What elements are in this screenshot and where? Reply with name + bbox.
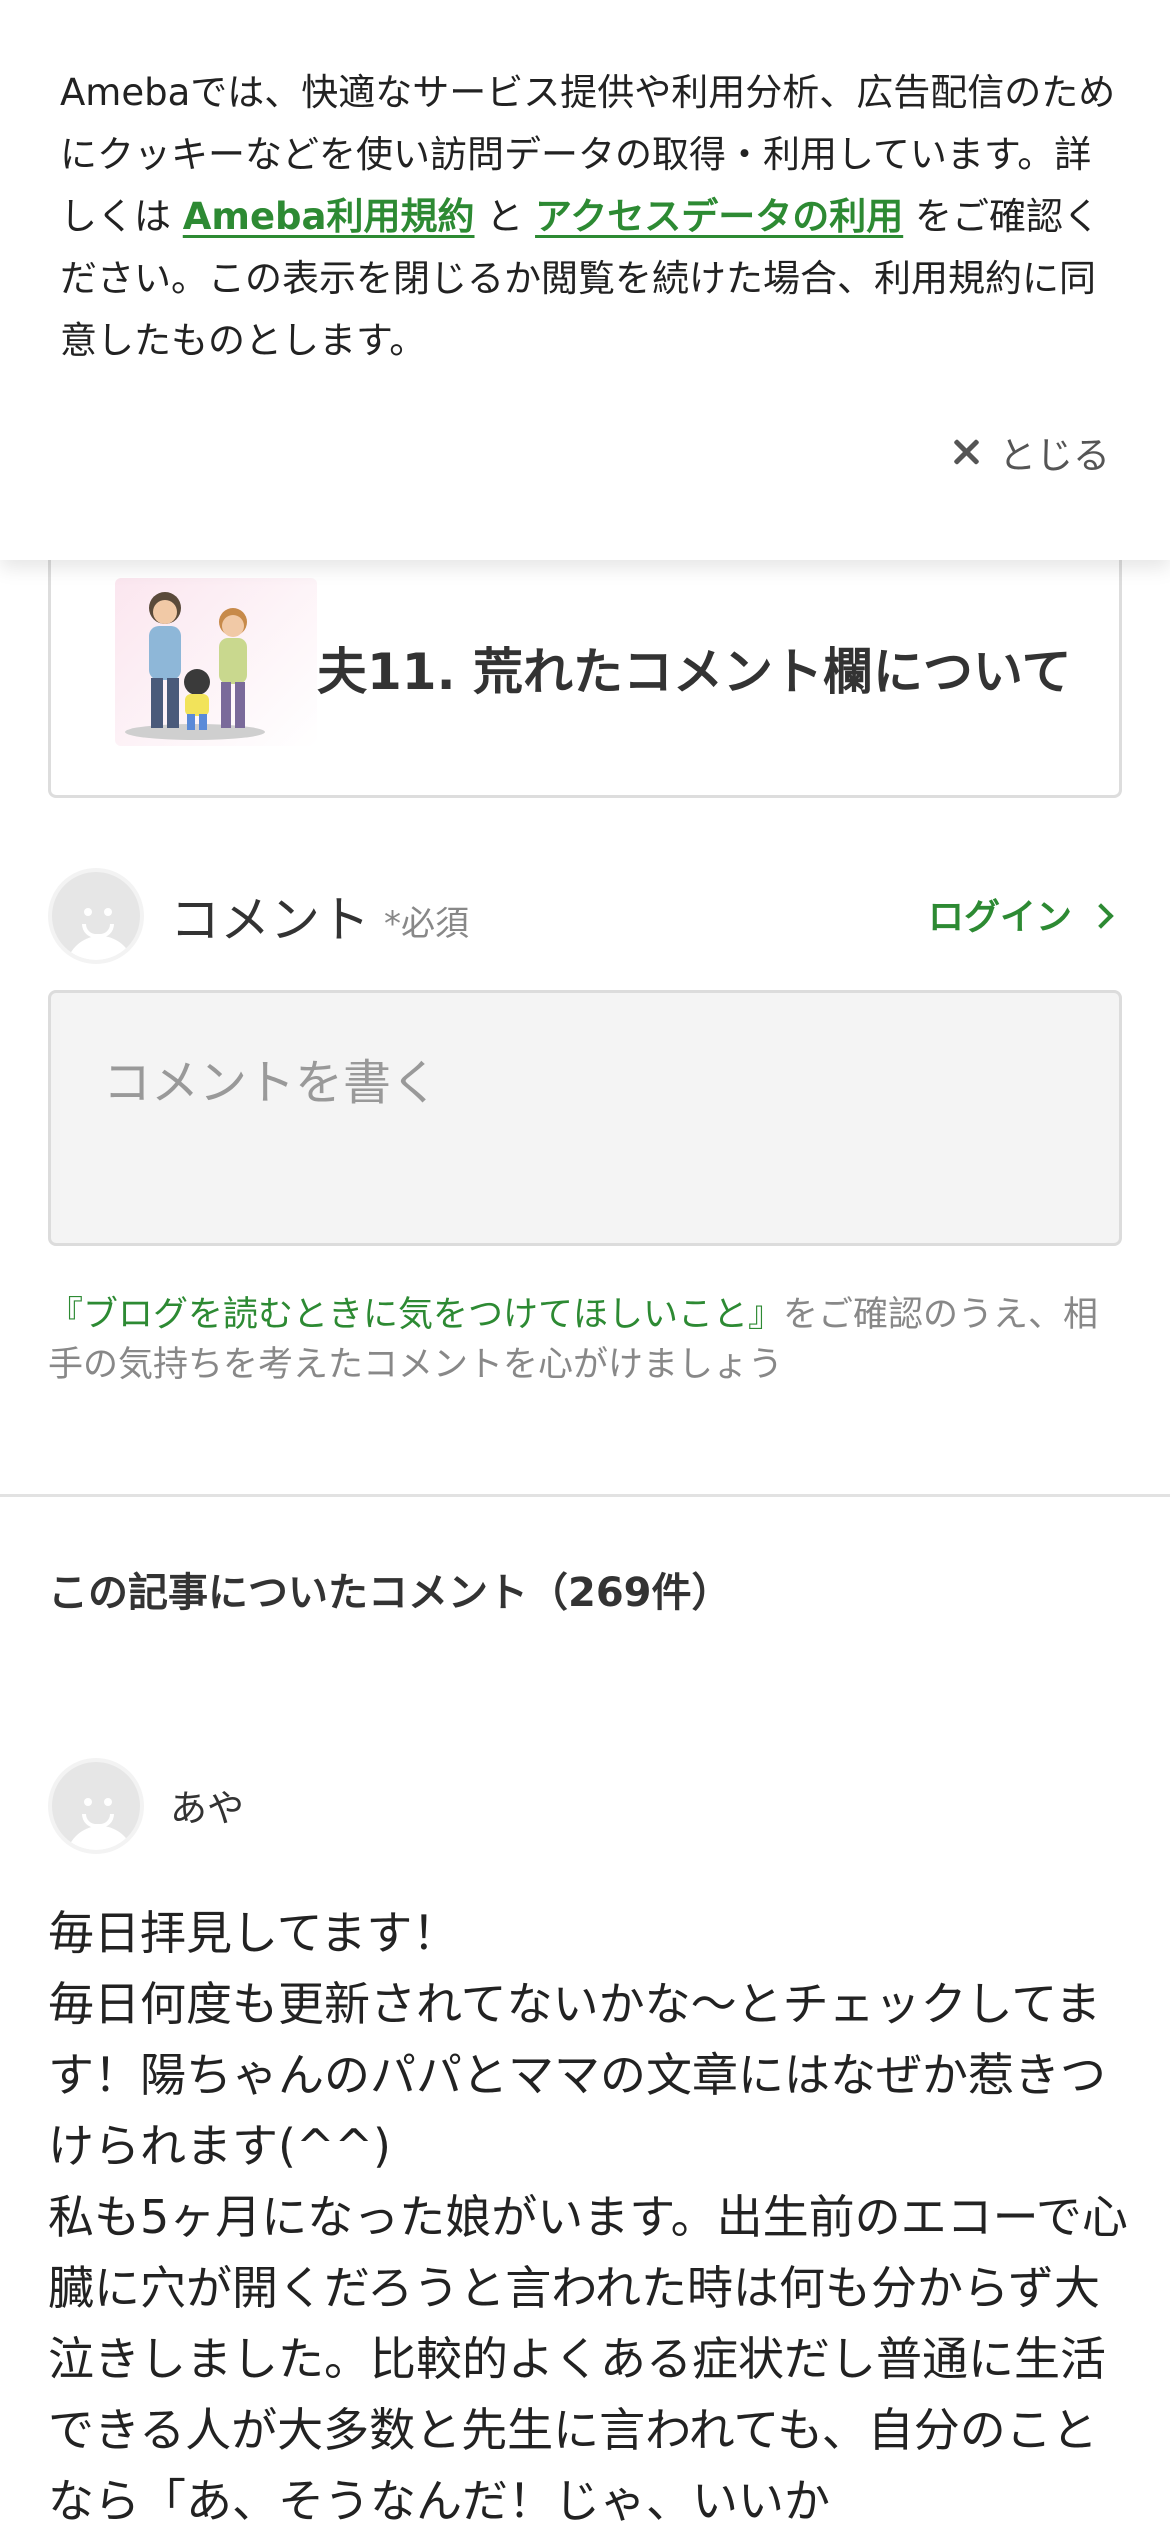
comment-body: 毎日拝見してます！ 毎日何度も更新されてないかな〜とチェックしてます！陽ちゃんの… [48, 1906, 1128, 2528]
article-thumbnail [115, 578, 317, 746]
cookie-banner: Amebaでは、快適なサービス提供や利用分析、広告配信のためにクッキーなどを使い… [0, 0, 1170, 560]
required-badge: *必須 [384, 904, 469, 944]
terms-link[interactable]: Ameba利用規約 [183, 195, 475, 238]
avatar [48, 868, 144, 964]
family-illustration-icon [125, 592, 265, 740]
guideline-link[interactable]: 『ブログを読むときに気をつけてほしいこと』 [48, 1295, 783, 1335]
cookie-close-label: とじる [999, 434, 1110, 477]
related-article-card[interactable]: 夫11. 荒れたコメント欄について [48, 520, 1122, 798]
commenter-name: あや [170, 1787, 244, 1830]
access-data-link[interactable]: アクセスデータの利用 [535, 195, 903, 238]
comments-heading: この記事についたコメント（269件） [48, 1570, 732, 1616]
comment-input[interactable] [48, 990, 1122, 1246]
chevron-right-icon [1088, 903, 1114, 929]
cookie-banner-text: Amebaでは、快適なサービス提供や利用分析、広告配信のためにクッキーなどを使い… [60, 71, 1116, 362]
comment-guideline: 『ブログを読むときに気をつけてほしいこと』をご確認のうえ、相手の気持ちを考えたコ… [48, 1295, 1099, 1385]
cookie-close-button[interactable]: とじる [949, 422, 1110, 482]
login-link[interactable]: ログイン [928, 888, 1114, 940]
close-icon [949, 435, 983, 469]
related-article-title: 夫11. 荒れたコメント欄について [317, 643, 1072, 701]
commenter-avatar [48, 1758, 144, 1854]
section-divider [0, 1494, 1170, 1497]
comment-label: コメント [170, 891, 370, 949]
